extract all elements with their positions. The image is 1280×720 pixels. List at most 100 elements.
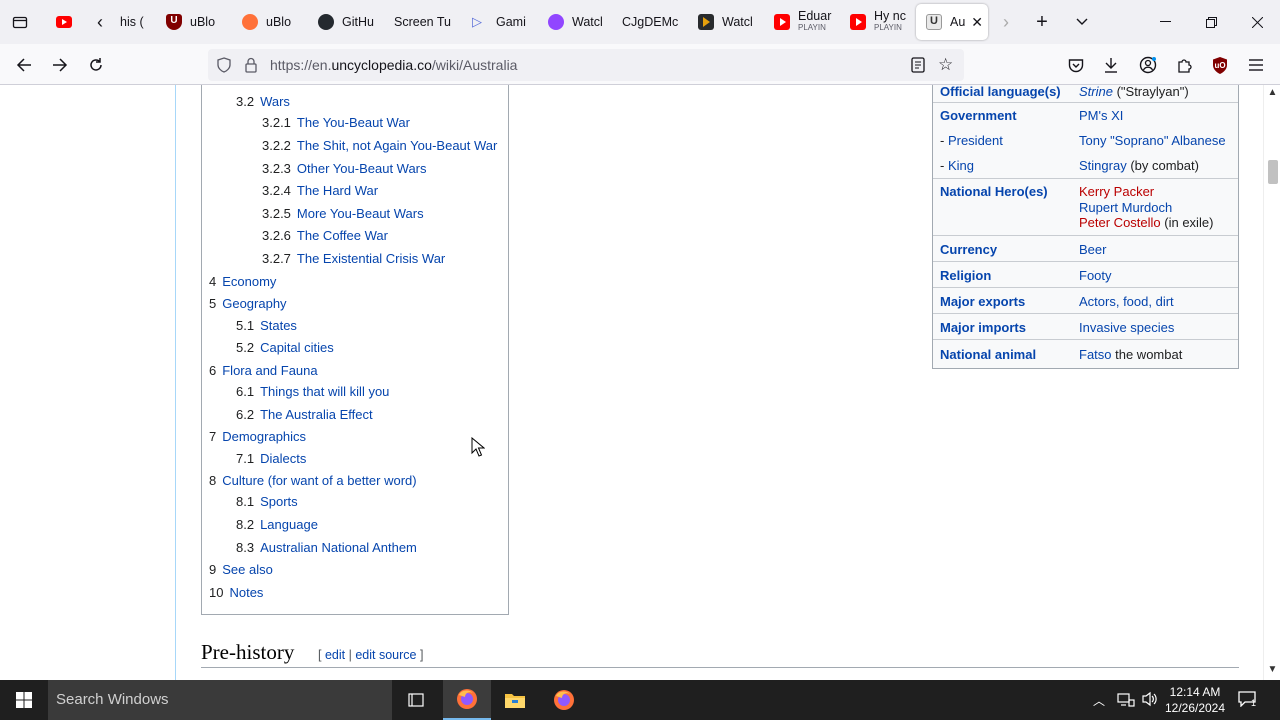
toc-item[interactable]: 8.1 Sports	[236, 494, 298, 509]
toc-item[interactable]: 3.2.5 More You-Beaut Wars	[262, 206, 424, 221]
infobox-redlink[interactable]: Kerry Packer	[1079, 184, 1154, 200]
toc-item[interactable]: 3.2.2 The Shit, not Again You-Beaut War	[262, 138, 497, 153]
tab-10[interactable]: Eduar PLAYIN	[764, 4, 836, 40]
file-explorer-icon[interactable]	[491, 680, 539, 720]
toc-link[interactable]: Dialects	[260, 451, 306, 466]
infobox-redlink[interactable]: Peter Costello	[1079, 215, 1161, 230]
toc-item[interactable]: 9 See also	[209, 562, 273, 577]
toc-item[interactable]: 3.2.4 The Hard War	[262, 183, 378, 198]
tab-2[interactable]: uBlo	[156, 4, 226, 40]
chevron-up-icon[interactable]: ︿	[1093, 692, 1105, 709]
tab-4[interactable]: GitHu	[308, 4, 378, 40]
toc-link[interactable]: Australian National Anthem	[260, 540, 417, 555]
taskbar-search[interactable]: Search Windows	[48, 680, 392, 720]
infobox-link[interactable]: Invasive species	[1079, 320, 1174, 336]
pocket-icon[interactable]	[1061, 50, 1091, 80]
infobox-link[interactable]: Stingray	[1079, 158, 1127, 173]
toc-link[interactable]: The Hard War	[297, 183, 378, 198]
url-text[interactable]: https://en.uncyclopedia.co/wiki/Australi…	[270, 57, 517, 73]
scrollbar[interactable]: ▲ ▼	[1263, 85, 1280, 680]
toc-link[interactable]: Economy	[222, 274, 276, 289]
volume-icon[interactable]	[1141, 691, 1159, 712]
toc-item[interactable]: 7 Demographics	[209, 429, 306, 444]
taskbar-clock[interactable]: 12:14 AM 12/26/2024	[1160, 684, 1230, 716]
toc-link[interactable]: Wars	[260, 94, 290, 109]
toc-item[interactable]: 3.2.7 The Existential Crisis War	[262, 251, 445, 266]
infobox-label[interactable]: Government	[940, 108, 1017, 123]
notification-icon[interactable]: 1	[1238, 691, 1260, 709]
restore-icon[interactable]	[1188, 0, 1234, 44]
toc-item[interactable]: 4 Economy	[209, 274, 276, 289]
scrollbar-thumb[interactable]	[1268, 160, 1278, 184]
close-window-icon[interactable]	[1234, 0, 1280, 44]
infobox-link[interactable]: Strine	[1079, 85, 1113, 99]
toc-item[interactable]: 6.1 Things that will kill you	[236, 384, 389, 399]
minimize-icon[interactable]	[1142, 0, 1188, 44]
url-bar[interactable]: https://en.uncyclopedia.co/wiki/Australi…	[208, 49, 964, 81]
toc-link[interactable]: Geography	[222, 296, 286, 311]
toc-link[interactable]: Culture (for want of a better word)	[222, 473, 416, 488]
toc-item[interactable]: 5 Geography	[209, 296, 287, 311]
toc-link[interactable]: The You-Beaut War	[297, 115, 410, 130]
tab-list-icon[interactable]	[6, 0, 34, 44]
back-icon[interactable]	[9, 50, 39, 80]
toc-link[interactable]: Other You-Beaut Wars	[297, 161, 427, 176]
toc-link[interactable]: Notes	[229, 585, 263, 600]
infobox-link[interactable]: King	[948, 158, 974, 173]
infobox-link[interactable]: Fatso	[1079, 347, 1112, 362]
scroll-down-icon[interactable]: ▼	[1264, 664, 1280, 678]
infobox-link[interactable]: Actors, food, dirt	[1079, 294, 1174, 310]
windows-start-icon[interactable]	[0, 680, 48, 720]
infobox-label[interactable]: National Hero(es)	[940, 184, 1048, 199]
infobox-link[interactable]: PM's XI	[1079, 108, 1123, 124]
toc-item[interactable]: 3.2.3 Other You-Beaut Wars	[262, 161, 427, 176]
toc-link[interactable]: Demographics	[222, 429, 306, 444]
reader-view-icon[interactable]	[911, 57, 925, 78]
task-view-icon[interactable]	[392, 680, 440, 720]
menu-icon[interactable]	[1241, 50, 1271, 80]
reload-icon[interactable]	[81, 50, 111, 80]
toc-item[interactable]: 7.1 Dialects	[236, 451, 306, 466]
toc-link[interactable]: Language	[260, 517, 318, 532]
infobox-link[interactable]: Tony "Soprano" Albanese	[1079, 133, 1226, 149]
toc-item[interactable]: 3.2.1 The You-Beaut War	[262, 115, 410, 130]
bookmark-star-icon[interactable]: ☆	[938, 56, 953, 73]
toc-link[interactable]: Things that will kill you	[260, 384, 389, 399]
firefox-taskbar-icon[interactable]	[443, 680, 491, 720]
toc-item[interactable]: 5.1 States	[236, 318, 297, 333]
tab-7[interactable]: Watcl	[538, 4, 608, 40]
toc-item[interactable]: 8.3 Australian National Anthem	[236, 540, 417, 555]
toc-link[interactable]: See also	[222, 562, 273, 577]
forward-icon[interactable]	[45, 50, 75, 80]
download-icon[interactable]	[1096, 50, 1126, 80]
extensions-icon[interactable]	[1169, 50, 1199, 80]
network-icon[interactable]	[1117, 692, 1135, 713]
toc-link[interactable]: The Shit, not Again You-Beaut War	[297, 138, 497, 153]
toc-link[interactable]: The Existential Crisis War	[297, 251, 445, 266]
toc-item[interactable]: 6.2 The Australia Effect	[236, 407, 373, 422]
toc-link[interactable]: More You-Beaut Wars	[297, 206, 424, 221]
edit-link[interactable]: edit	[325, 648, 345, 662]
toc-item[interactable]: 3.2 Wars	[236, 94, 290, 109]
edit-source-link[interactable]: edit source	[355, 648, 416, 662]
tab-active[interactable]: Au ✕	[916, 4, 988, 40]
infobox-label[interactable]: Major imports	[940, 320, 1026, 335]
tab-scroll-right-icon[interactable]: ›	[996, 0, 1016, 44]
toc-item[interactable]: 6 Flora and Fauna	[209, 363, 318, 378]
lock-icon[interactable]	[244, 57, 258, 78]
scroll-up-icon[interactable]: ▲	[1264, 87, 1280, 101]
infobox-link[interactable]: Rupert Murdoch	[1079, 200, 1172, 216]
tab-6[interactable]: ▷ Gami	[462, 4, 532, 40]
tab-5[interactable]: Screen Tu	[384, 4, 456, 40]
tracking-protection-icon[interactable]	[216, 57, 232, 78]
toc-item[interactable]: 8.2 Language	[236, 517, 318, 532]
toc-item[interactable]: 8 Culture (for want of a better word)	[209, 473, 417, 488]
toc-link[interactable]: Sports	[260, 494, 298, 509]
infobox-label[interactable]: Religion	[940, 268, 991, 283]
toc-link[interactable]: Flora and Fauna	[222, 363, 317, 378]
firefox-taskbar-icon-2[interactable]	[540, 680, 588, 720]
youtube-pinned-icon[interactable]	[50, 0, 78, 44]
toc-link[interactable]: The Coffee War	[297, 228, 388, 243]
close-icon[interactable]: ✕	[971, 14, 983, 31]
tab-scroll-left-icon[interactable]: ‹	[88, 0, 112, 44]
